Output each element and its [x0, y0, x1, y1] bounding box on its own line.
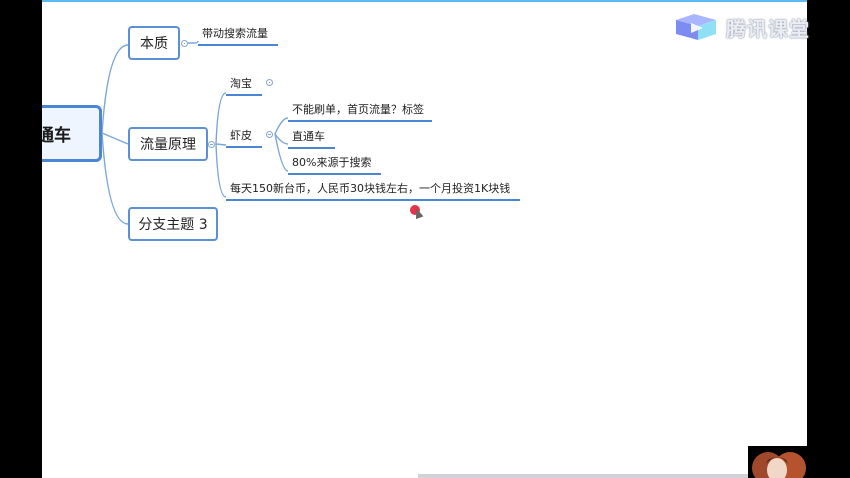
leaf-zhitongche[interactable]: 直通车 [288, 128, 335, 149]
leaf-meitian-touzi-label: 每天150新台币，人民币30块钱左右，一个月投资1K块钱 [230, 182, 511, 195]
connector-xiapi-to-leaf1 [274, 117, 289, 135]
presenter-avatar [748, 446, 808, 478]
connector-liuliang-to-xiapi [215, 143, 227, 146]
watermark-logo: 腾讯课堂 [672, 10, 810, 44]
branch-benzhi[interactable]: 本质 [128, 26, 180, 60]
root-node[interactable]: 通车 [42, 105, 102, 162]
branch-liuliang-yuanli[interactable]: 流量原理 [128, 127, 208, 161]
connector-liuliang-to-meitian [215, 143, 227, 198]
connector-xiapi-to-leaf3 [274, 133, 289, 172]
bottom-progress-bar [418, 474, 748, 478]
leaf-80-sousuo[interactable]: 80%来源于搜索 [288, 154, 382, 175]
leaf-meitian-touzi[interactable]: 每天150新台币，人民币30块钱左右，一个月投资1K块钱 [226, 180, 521, 201]
play-cube-icon [676, 14, 716, 40]
watermark-brand-text: 腾讯课堂 [726, 16, 810, 41]
leaf-xiapi-label: 虾皮 [230, 129, 252, 142]
leaf-xiapi[interactable]: 虾皮 [226, 127, 262, 148]
collapse-benzhi-icon[interactable] [181, 40, 188, 47]
root-label: 通车 [42, 126, 71, 146]
collapse-liuliang-icon[interactable] [208, 141, 215, 148]
connector-root-to-benzhi [101, 44, 129, 134]
branch-fenzhi-label: 分支主题 3 [138, 217, 208, 233]
mindmap-canvas[interactable]: 通车 本质 带动搜索流量 流量原理 淘宝 虾皮 不能刷单，首页流量？标签 直通车… [42, 0, 807, 478]
connector-root-to-fenzhi [101, 132, 129, 225]
leaf-zhitongche-label: 直通车 [292, 130, 325, 143]
leaf-bunengshuadan[interactable]: 不能刷单，首页流量？标签 [288, 101, 432, 122]
connector-liuliang-to-taobao [215, 92, 227, 145]
branch-liuliang-label: 流量原理 [140, 137, 196, 153]
leaf-daidong-sousuo[interactable]: 带动搜索流量 [198, 25, 278, 46]
leaf-80-sousuo-label: 80%来源于搜索 [292, 156, 372, 169]
collapse-xiapi-icon[interactable] [266, 131, 273, 138]
branch-benzhi-label: 本质 [140, 36, 168, 52]
connector-benzhi-to-leaf [188, 40, 199, 44]
leaf-daidong-sousuo-label: 带动搜索流量 [202, 27, 268, 40]
collapse-taobao-icon[interactable] [266, 79, 273, 86]
connector-root-to-liuliang [101, 132, 129, 145]
branch-fenzhi-zhuti-3[interactable]: 分支主题 3 [128, 207, 218, 241]
leaf-bunengshuadan-label: 不能刷单，首页流量？标签 [292, 103, 424, 116]
leaf-taobao-label: 淘宝 [230, 77, 252, 90]
leaf-taobao[interactable]: 淘宝 [226, 75, 262, 96]
